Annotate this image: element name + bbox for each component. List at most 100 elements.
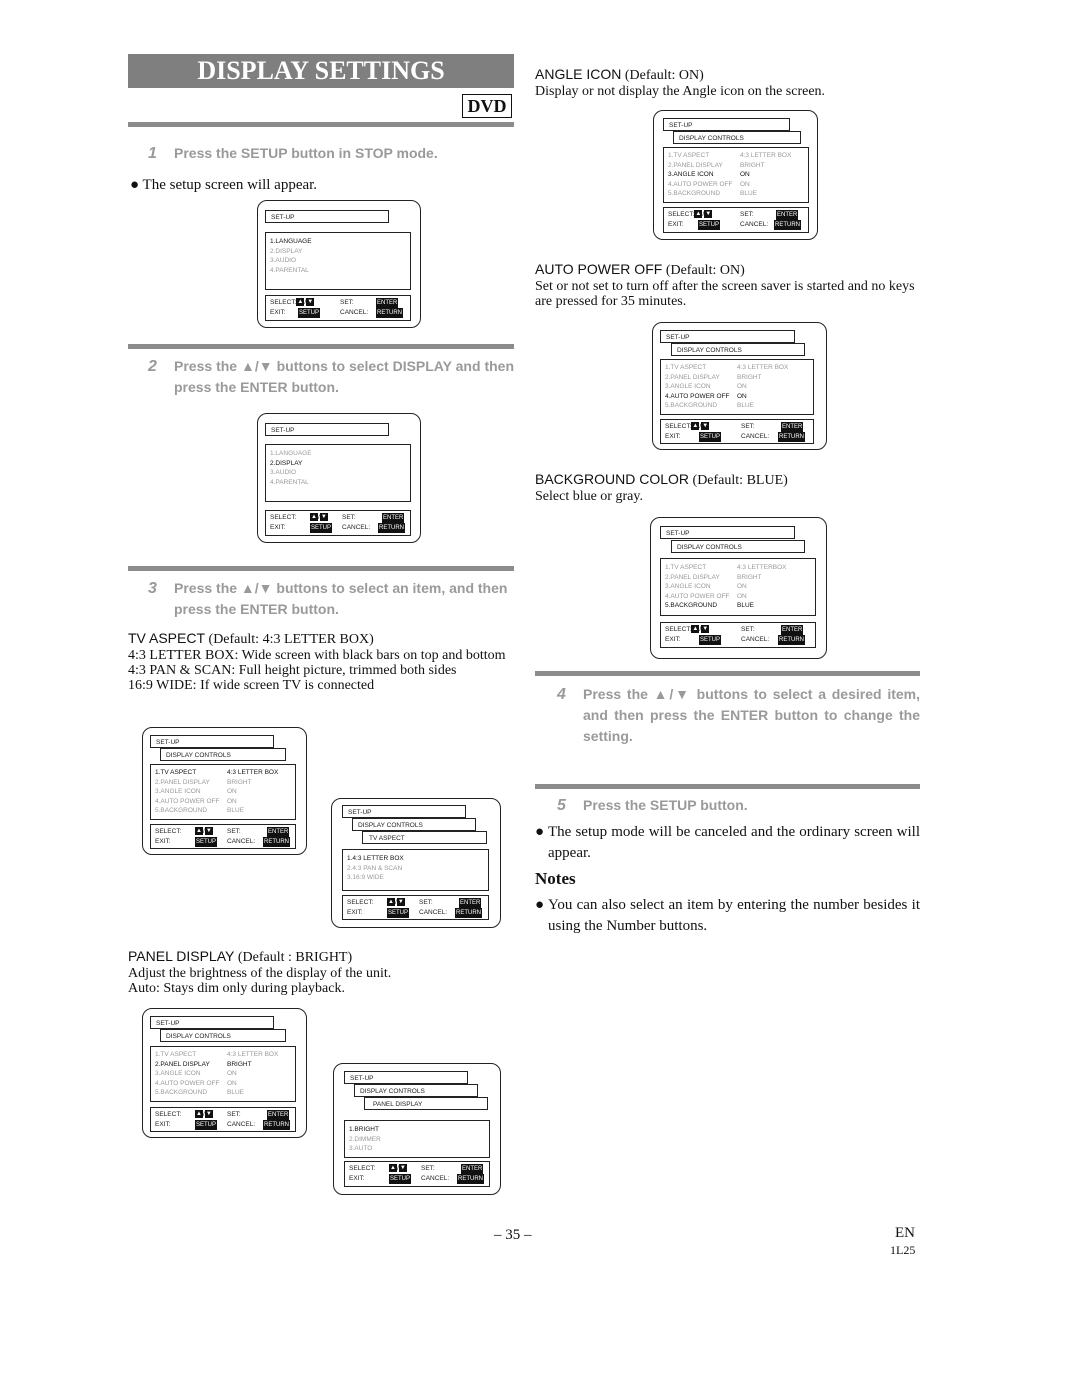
step-number: 1 — [148, 145, 157, 162]
item-label: 4.AUTO POWER OFF — [665, 392, 730, 400]
up-arrow-icon: ▲ — [195, 1110, 203, 1119]
cancel-label: CANCEL: — [419, 909, 448, 916]
osd-item: 2.PANEL DISPLAY BRIGHT — [155, 778, 295, 788]
item-label: 5.BACKGROUND — [665, 602, 718, 609]
enter-key: ENTER — [776, 210, 799, 220]
down-arrow-icon: ▼ — [204, 827, 213, 836]
step-number: 4 — [557, 686, 566, 703]
item-value: ON — [737, 383, 747, 390]
divider — [535, 784, 920, 789]
exit-label: EXIT: — [347, 909, 363, 916]
down-arrow-icon: ▼ — [701, 422, 710, 431]
osd-footer: SELECT:▲/▼SET:ENTER EXIT:SETUPCANCEL:RET… — [265, 295, 411, 321]
item-value: ON — [737, 392, 747, 400]
osd-item: 1.TV ASPECT 4:3 LETTER BOX — [665, 363, 813, 373]
return-key: RETURN — [455, 908, 482, 918]
item-value: BRIGHT — [227, 1060, 252, 1068]
item-value: ON — [740, 171, 750, 178]
section-label: PANEL DISPLAY — [128, 948, 235, 964]
dvd-badge: DVD — [462, 94, 512, 118]
osd-display-controls-tv-aspect: SET-UP DISPLAY CONTROLS 1.TV ASPECT 4:3 L… — [142, 727, 307, 855]
osd-tab-display-controls: DISPLAY CONTROLS — [160, 1029, 286, 1042]
exit-label: EXIT: — [155, 1121, 171, 1128]
item-label: 1.TV ASPECT — [665, 364, 707, 371]
section-default: (Default: ON) — [624, 68, 704, 83]
osd-item: 1.LANGUAGE — [270, 238, 312, 245]
osd-item: 4.AUTO POWER OFF ON — [668, 180, 808, 190]
setup-key: SETUP — [699, 432, 722, 442]
return-key: RETURN — [774, 220, 801, 230]
cancel-label: CANCEL: — [740, 221, 769, 228]
exit-label: EXIT: — [155, 838, 171, 845]
item-label: 1.TV ASPECT — [155, 769, 197, 776]
item-label: 2.PANEL DISPLAY — [155, 778, 210, 786]
item-label: 1.TV ASPECT — [665, 564, 707, 571]
osd-tab-setup: SET-UP — [150, 1016, 274, 1029]
osd-item: 2.DIMMER — [349, 1135, 381, 1143]
item-value: BRIGHT — [740, 161, 765, 169]
down-arrow-icon: ▼ — [398, 1164, 407, 1173]
osd-item: 2.PANEL DISPLAY BRIGHT — [665, 573, 815, 583]
section-line: Auto: Stays dim only during playback. — [128, 981, 345, 996]
osd-footer: SELECT:▲/▼SET:ENTER EXIT:SETUPCANCEL:RET… — [344, 1161, 490, 1187]
osd-display-controls-panel-display: SET-UP DISPLAY CONTROLS 1.TV ASPECT 4:3 L… — [142, 1008, 307, 1138]
down-arrow-icon: ▼ — [396, 898, 405, 907]
item-value: ON — [227, 788, 237, 795]
osd-item: 4.AUTO POWER OFF ON — [665, 392, 813, 402]
osd-item: 2.PANEL DISPLAY BRIGHT — [668, 161, 808, 171]
osd-item: 3.ANGLE ICON ON — [668, 170, 808, 180]
section-line: 4:3 LETTER BOX: Wide screen with black b… — [128, 648, 506, 663]
bullet-text: The setup mode will be canceled and the … — [548, 824, 920, 861]
setup-key: SETUP — [698, 220, 721, 230]
enter-key: ENTER — [267, 1110, 290, 1120]
osd-menu: 1.TV ASPECT 4:3 LETTER BOX 2.PANEL DISPLA… — [150, 1046, 296, 1102]
osd-tab-display-controls: DISPLAY CONTROLS — [354, 1084, 478, 1097]
osd-tab-display-controls: DISPLAY CONTROLS — [160, 748, 286, 761]
osd-menu: 1.TV ASPECT 4:3 LETTER BOX 2.PANEL DISPLA… — [150, 764, 296, 820]
osd-tab-tv-aspect: TV ASPECT — [362, 831, 487, 844]
step-text: Press the ▲/▼ buttons to select DISPLAY … — [174, 358, 514, 395]
osd-tab-display-controls: DISPLAY CONTROLS — [352, 818, 476, 831]
osd-footer: SELECT:▲/▼SET:ENTER EXIT:SETUPCANCEL:RET… — [660, 419, 814, 444]
osd-item: 2.PANEL DISPLAY BRIGHT — [665, 373, 813, 383]
osd-main-menu-display: SET-UP 1.LANGUAGE 2.DISPLAY 3.AUDIO 4.PA… — [257, 413, 421, 543]
divider — [128, 122, 514, 127]
step-number: 2 — [148, 358, 157, 375]
section-tv-aspect: TV ASPECT (Default: 4:3 LETTER BOX) 4:3 … — [128, 630, 516, 693]
cancel-label: CANCEL: — [342, 524, 371, 531]
item-label: 4.AUTO POWER OFF — [665, 592, 730, 600]
osd-menu: 1.LANGUAGE 2.DISPLAY 3.AUDIO 4.PARENTAL — [265, 232, 411, 290]
item-value: ON — [227, 1079, 237, 1087]
select-label: SELECT: — [155, 1111, 182, 1118]
section-line: 16:9 WIDE: If wide screen TV is connecte… — [128, 678, 375, 693]
osd-tab-setup: SET-UP — [344, 1071, 468, 1084]
osd-footer: SELECT:▲/▼SET:ENTER EXIT:SETUPCANCEL:RET… — [660, 622, 816, 648]
osd-tab-display-controls: DISPLAY CONTROLS — [673, 131, 801, 144]
item-value: ON — [740, 180, 750, 188]
osd-tab-display-controls: DISPLAY CONTROLS — [671, 540, 805, 553]
item-label: 1.TV ASPECT — [668, 152, 710, 159]
osd-menu: 1.TV ASPECT 4:3 LETTER BOX 2.PANEL DISPLA… — [660, 359, 814, 415]
return-key: RETURN — [457, 1174, 484, 1184]
set-label: SET: — [227, 828, 241, 835]
item-value: 4:3 LETTER BOX — [227, 769, 279, 776]
osd-item: 3.AUTO — [349, 1145, 373, 1152]
set-label: SET: — [741, 626, 755, 633]
section-default: (Default: ON) — [665, 263, 745, 278]
osd-footer: SELECT:▲/▼SET:ENTER EXIT:SETUPCANCEL:RET… — [265, 510, 411, 536]
osd-menu: 1.BRIGHT 2.DIMMER 3.AUTO — [344, 1120, 490, 1158]
osd-tab-panel-display: PANEL DISPLAY — [364, 1097, 488, 1110]
document-code: 1L25 — [890, 1243, 916, 1257]
set-label: SET: — [740, 211, 754, 218]
item-value: BLUE — [227, 1089, 244, 1096]
step-number: 3 — [148, 580, 157, 597]
section-label: TV ASPECT — [128, 630, 206, 646]
osd-menu: 1.TV ASPECT 4:3 LETTER BOX 2.PANEL DISPLA… — [663, 147, 809, 203]
up-arrow-icon: ▲ — [310, 513, 318, 522]
osd-tv-aspect-options: SET-UP DISPLAY CONTROLS TV ASPECT 1.4:3 … — [331, 798, 501, 928]
up-arrow-icon: ▲ — [195, 827, 203, 836]
osd-panel-display-options: SET-UP DISPLAY CONTROLS PANEL DISPLAY 1.… — [333, 1063, 501, 1195]
bullet-text: The setup screen will appear. — [142, 177, 318, 193]
osd-tab-setup: SET-UP — [660, 526, 795, 539]
select-label: SELECT: — [155, 828, 182, 835]
